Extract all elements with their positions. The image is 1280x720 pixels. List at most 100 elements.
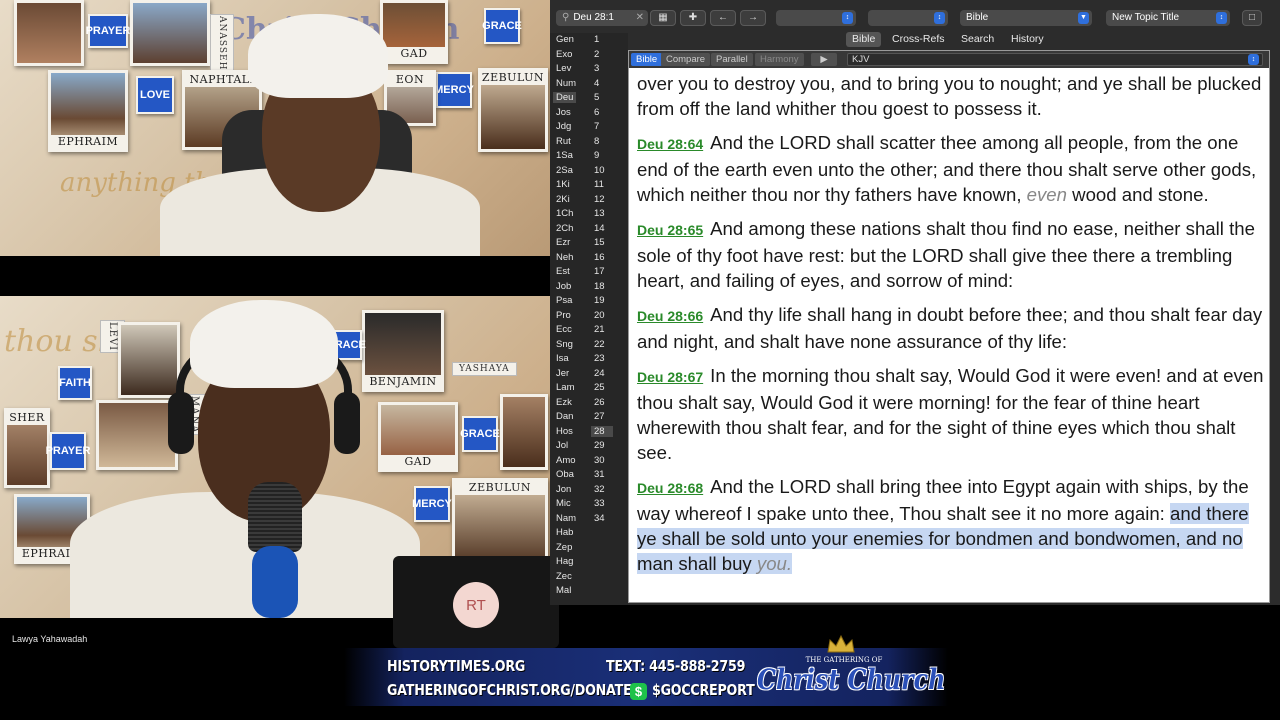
layout-select[interactable]: New Topic Title ↕ (1106, 10, 1230, 26)
book-name[interactable]: Jon (556, 484, 571, 495)
verse-ref-link[interactable]: Deu 28:65 (637, 222, 703, 238)
book-name[interactable]: 1Ki (556, 179, 570, 190)
book-list-item[interactable]: Est 17 (550, 266, 628, 281)
chapter-number[interactable]: 19 (594, 295, 605, 306)
book-name[interactable]: Hab (556, 527, 573, 538)
chapter-number[interactable]: 33 (594, 498, 605, 509)
chapter-number[interactable]: 22 (594, 339, 605, 350)
chapter-number[interactable]: 30 (594, 455, 605, 466)
chapter-number[interactable]: 26 (594, 397, 605, 408)
chapter-number[interactable]: 4 (594, 78, 599, 89)
book-list-item[interactable]: 1Ch 13 (550, 208, 628, 223)
chapter-number[interactable]: 14 (594, 223, 605, 234)
subtab-compare[interactable]: Compare (661, 53, 711, 66)
video-tile-top[interactable]: Christ Church anything that is PRAYER AN… (0, 0, 550, 256)
chapter-number[interactable]: 11 (594, 179, 604, 190)
book-name[interactable]: Dan (556, 411, 573, 422)
tab-history[interactable]: History (1005, 32, 1050, 47)
chapter-number[interactable]: 25 (594, 382, 605, 393)
chapter-number[interactable]: 13 (594, 208, 605, 219)
book-name[interactable]: Gen (556, 34, 574, 45)
chapter-number[interactable]: 23 (594, 353, 605, 364)
chapter-number[interactable]: 31 (594, 469, 605, 480)
book-list-item[interactable]: Ecc 21 (550, 324, 628, 339)
book-name[interactable]: Jol (556, 440, 568, 451)
chapter-number[interactable]: 12 (594, 194, 605, 205)
add-tab-button[interactable]: ✚ (680, 10, 706, 26)
book-list-item[interactable]: Gen 1 (550, 34, 628, 49)
book-name[interactable]: Jdg (556, 121, 571, 132)
book-list-item[interactable]: Jer 24 (550, 368, 628, 383)
chapter-number[interactable]: 6 (594, 107, 599, 118)
chapter-number[interactable]: 8 (594, 136, 599, 147)
chapter-number[interactable]: 15 (594, 237, 605, 248)
book-list-item[interactable]: Dan 27 (550, 411, 628, 426)
book-name[interactable]: Pro (556, 310, 571, 321)
tab-cross-refs[interactable]: Cross-Refs (886, 32, 951, 47)
book-list-item[interactable]: Isa 23 (550, 353, 628, 368)
chapter-number[interactable]: 2 (594, 49, 599, 60)
book-list-item[interactable]: 2Ch 14 (550, 223, 628, 238)
chapter-number[interactable]: 7 (594, 121, 599, 132)
participant-avatar[interactable]: RT (453, 582, 499, 628)
book-name[interactable]: 1Ch (556, 208, 573, 219)
book-name[interactable]: Oba (556, 469, 574, 480)
book-name[interactable]: Psa (556, 295, 572, 306)
chapter-number[interactable]: 21 (594, 324, 605, 335)
chapter-number[interactable]: 16 (594, 252, 605, 263)
book-list-item[interactable]: 2Ki 12 (550, 194, 628, 209)
book-list-item[interactable]: Psa 19 (550, 295, 628, 310)
book-list-item[interactable]: Hos 28 (550, 425, 628, 441)
book-list-item[interactable]: Nam 34 (550, 513, 628, 528)
book-list-item[interactable]: Lev 3 (550, 63, 628, 78)
chapter-number[interactable]: 5 (594, 92, 599, 103)
book-name[interactable]: Lev (556, 63, 571, 74)
empty-select-1[interactable]: ↕ (776, 10, 856, 26)
book-list-item[interactable]: Jdg 7 (550, 121, 628, 136)
verse-ref-link[interactable]: Deu 28:64 (637, 136, 703, 152)
book-name[interactable]: Exo (556, 49, 572, 60)
book-name[interactable]: Jos (556, 107, 571, 118)
book-list-item[interactable]: Lam 25 (550, 382, 628, 397)
tab-search[interactable]: Search (955, 32, 1000, 47)
book-name[interactable]: Ecc (556, 324, 572, 335)
book-list-item[interactable]: 1Ki 11 (550, 179, 628, 194)
book-name[interactable]: 1Sa (556, 150, 573, 161)
book-name[interactable]: Amo (556, 455, 576, 466)
book-name[interactable]: 2Ki (556, 194, 570, 205)
book-name[interactable]: Hos (556, 426, 573, 437)
book-name[interactable]: Neh (556, 252, 573, 263)
book-name[interactable]: Num (556, 78, 576, 89)
book-list-item[interactable]: Jon 32 (550, 484, 628, 499)
book-list-item[interactable]: Jos 6 (550, 107, 628, 122)
book-name[interactable]: Jer (556, 368, 569, 379)
book-list-item[interactable]: Exo 2 (550, 49, 628, 64)
book-name[interactable]: Mic (556, 498, 571, 509)
book-list-item[interactable]: Jol 29 (550, 440, 628, 455)
book-list-item[interactable]: Hab (550, 527, 628, 542)
verse-ref-link[interactable]: Deu 28:66 (637, 308, 703, 324)
book-name[interactable]: Mal (556, 585, 571, 596)
chapter-number[interactable]: 32 (594, 484, 605, 495)
verse-ref-link[interactable]: Deu 28:68 (637, 480, 703, 496)
book-list-item[interactable]: Zec (550, 571, 628, 586)
book-list-item[interactable]: Mal (550, 585, 628, 600)
book-name[interactable]: Ezk (556, 397, 572, 408)
version-select[interactable]: KJV ↕ (847, 53, 1263, 66)
book-list-item[interactable]: Neh 16 (550, 252, 628, 267)
chapter-number[interactable]: 10 (594, 165, 605, 176)
book-list-item[interactable]: Pro 20 (550, 310, 628, 325)
chapter-number[interactable]: 28 (591, 425, 613, 437)
book-name[interactable]: Ezr (556, 237, 570, 248)
book-name[interactable]: Lam (556, 382, 574, 393)
back-button[interactable]: ← (710, 10, 736, 26)
verse-ref-link[interactable]: Deu 28:67 (637, 369, 703, 385)
reference-field[interactable]: ⚲ Deu 28:1 ✕ (556, 10, 648, 26)
tab-bible[interactable]: Bible (846, 32, 882, 47)
clear-icon[interactable]: ✕ (636, 10, 644, 26)
book-name[interactable]: Zep (556, 542, 572, 553)
book-list-item[interactable]: Sng 22 (550, 339, 628, 354)
chapter-number[interactable]: 24 (594, 368, 605, 379)
book-list-item[interactable]: 1Sa 9 (550, 150, 628, 165)
book-name[interactable]: Job (556, 281, 571, 292)
